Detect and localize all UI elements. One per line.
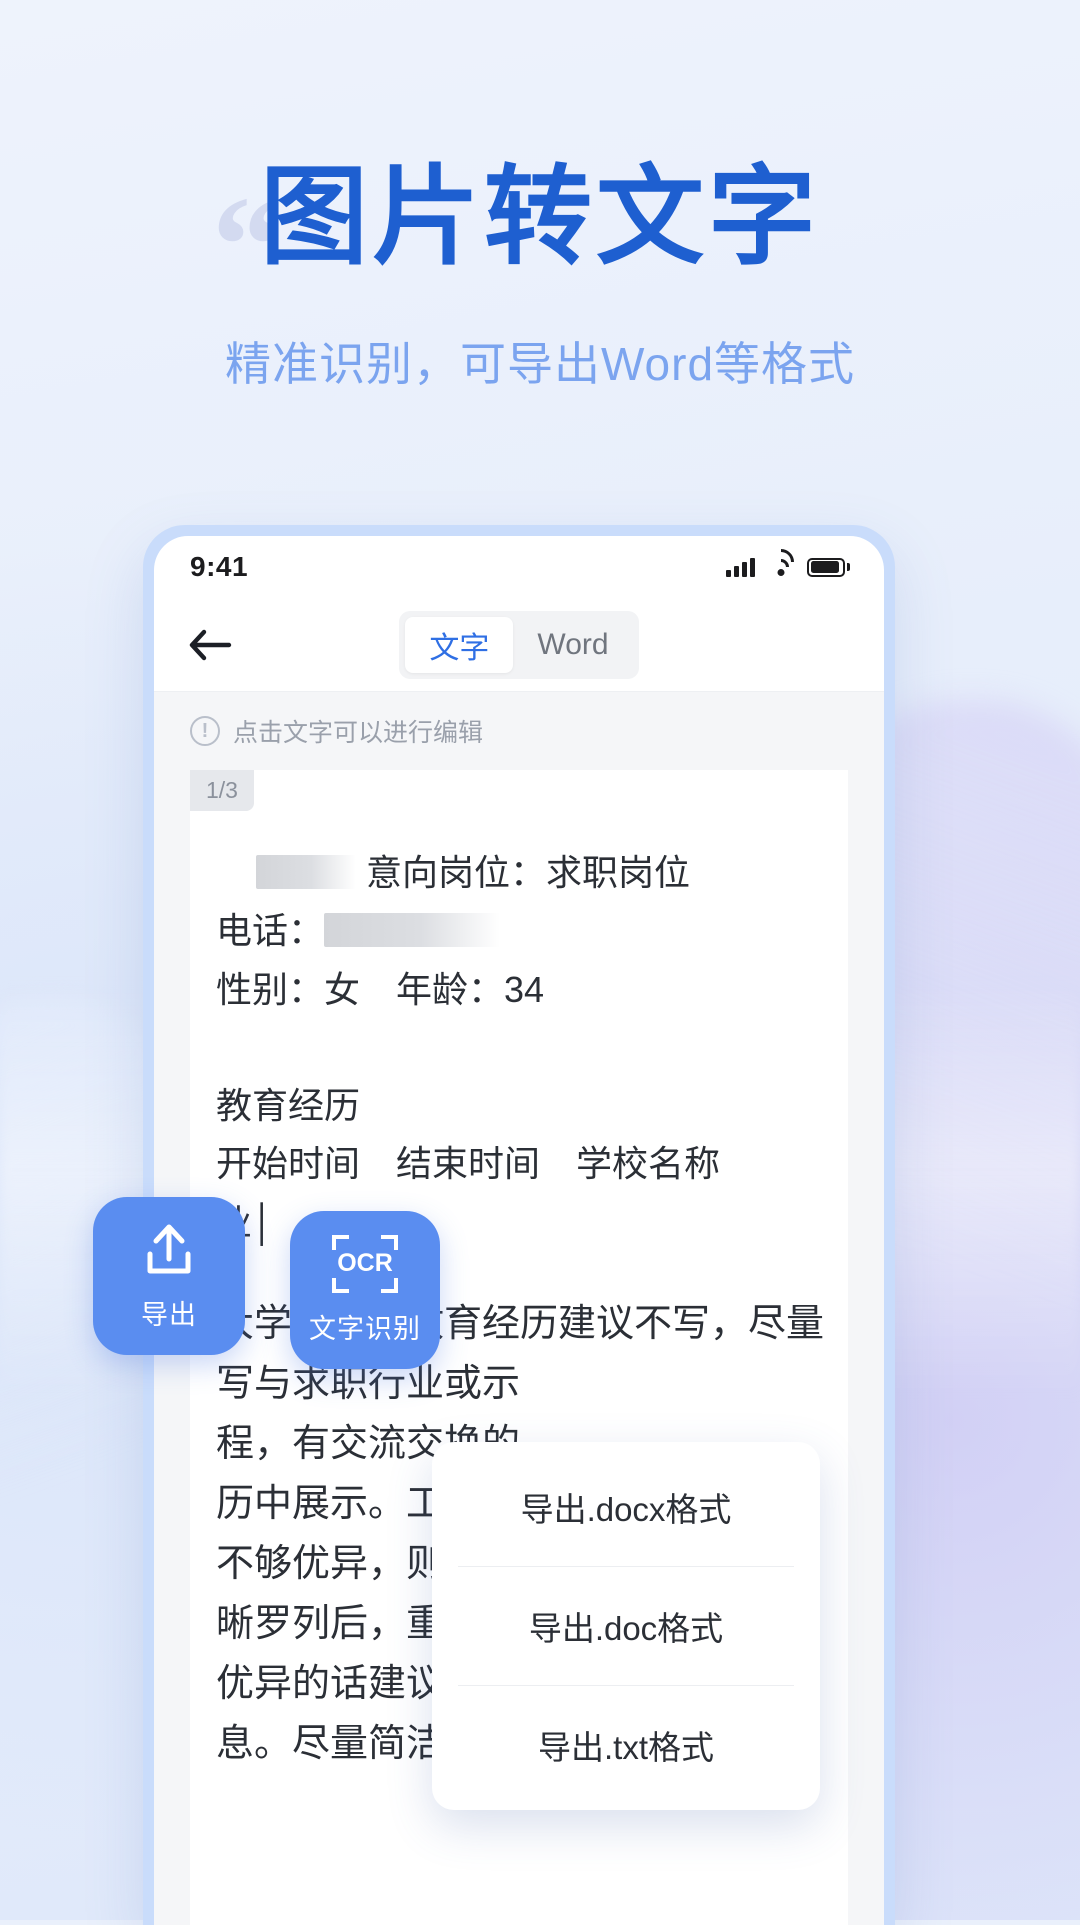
wifi-icon bbox=[762, 543, 800, 580]
ocr-badge-text: OCR bbox=[337, 1249, 393, 1277]
page-subtitle: 精准识别，可导出Word等格式 bbox=[224, 338, 856, 390]
status-bar: 9:41 bbox=[154, 536, 884, 598]
doc-line-position[interactable]: 意向岗位：求职岗位 bbox=[216, 844, 822, 902]
ocr-button-label: 文字识别 bbox=[309, 1313, 421, 1344]
doc-line-education-heading[interactable]: 教育经历 bbox=[216, 1077, 822, 1135]
ocr-scan-icon: OCR bbox=[332, 1234, 398, 1293]
status-time: 9:41 bbox=[190, 551, 249, 582]
exclamation-circle-icon: ! bbox=[190, 716, 220, 746]
doc-spacer bbox=[216, 1019, 822, 1077]
menu-item-export-docx[interactable]: 导出.docx格式 bbox=[432, 1448, 820, 1566]
doc-line-education-columns[interactable]: 开始时间 结束时间 学校名称 bbox=[216, 1135, 822, 1193]
battery-icon bbox=[807, 557, 850, 577]
tab-word[interactable]: Word bbox=[513, 617, 632, 673]
doc-text-phone-label: 电话： bbox=[216, 910, 325, 952]
edit-hint-text: 点击文字可以进行编辑 bbox=[233, 719, 484, 747]
menu-item-export-doc[interactable]: 导出.doc格式 bbox=[432, 1567, 820, 1685]
app-header: 文字 Word bbox=[154, 598, 884, 692]
doc-text-position: 意向岗位：求职岗位 bbox=[366, 852, 691, 893]
tab-text[interactable]: 文字 bbox=[405, 616, 514, 673]
doc-line-phone[interactable]: 电话： bbox=[216, 902, 822, 960]
back-arrow-glyph bbox=[189, 629, 232, 660]
edit-hint-bar: ! 点击文字可以进行编辑 bbox=[154, 692, 884, 770]
export-format-menu[interactable]: 导出.docx格式 导出.doc格式 导出.txt格式 bbox=[432, 1442, 820, 1810]
menu-item-export-txt[interactable]: 导出.txt格式 bbox=[432, 1686, 820, 1804]
redacted-phone bbox=[324, 913, 501, 948]
export-button-label: 导出 bbox=[141, 1299, 197, 1330]
page-title: 图片转文字 bbox=[259, 156, 820, 277]
ocr-button[interactable]: OCR 文字识别 bbox=[290, 1211, 440, 1369]
redacted-name bbox=[256, 855, 356, 889]
status-icons bbox=[726, 543, 850, 580]
back-arrow-icon[interactable] bbox=[182, 617, 238, 673]
doc-line-gender-age[interactable]: 性别：女 年龄：34 bbox=[216, 961, 822, 1019]
upload-icon bbox=[138, 1221, 200, 1279]
cellular-signal-icon bbox=[726, 557, 755, 577]
export-button[interactable]: 导出 bbox=[93, 1197, 245, 1355]
view-mode-tabs: 文字 Word bbox=[399, 610, 639, 679]
upload-icon-glyph bbox=[147, 1224, 191, 1273]
page-indicator-badge: 1/3 bbox=[190, 770, 254, 811]
